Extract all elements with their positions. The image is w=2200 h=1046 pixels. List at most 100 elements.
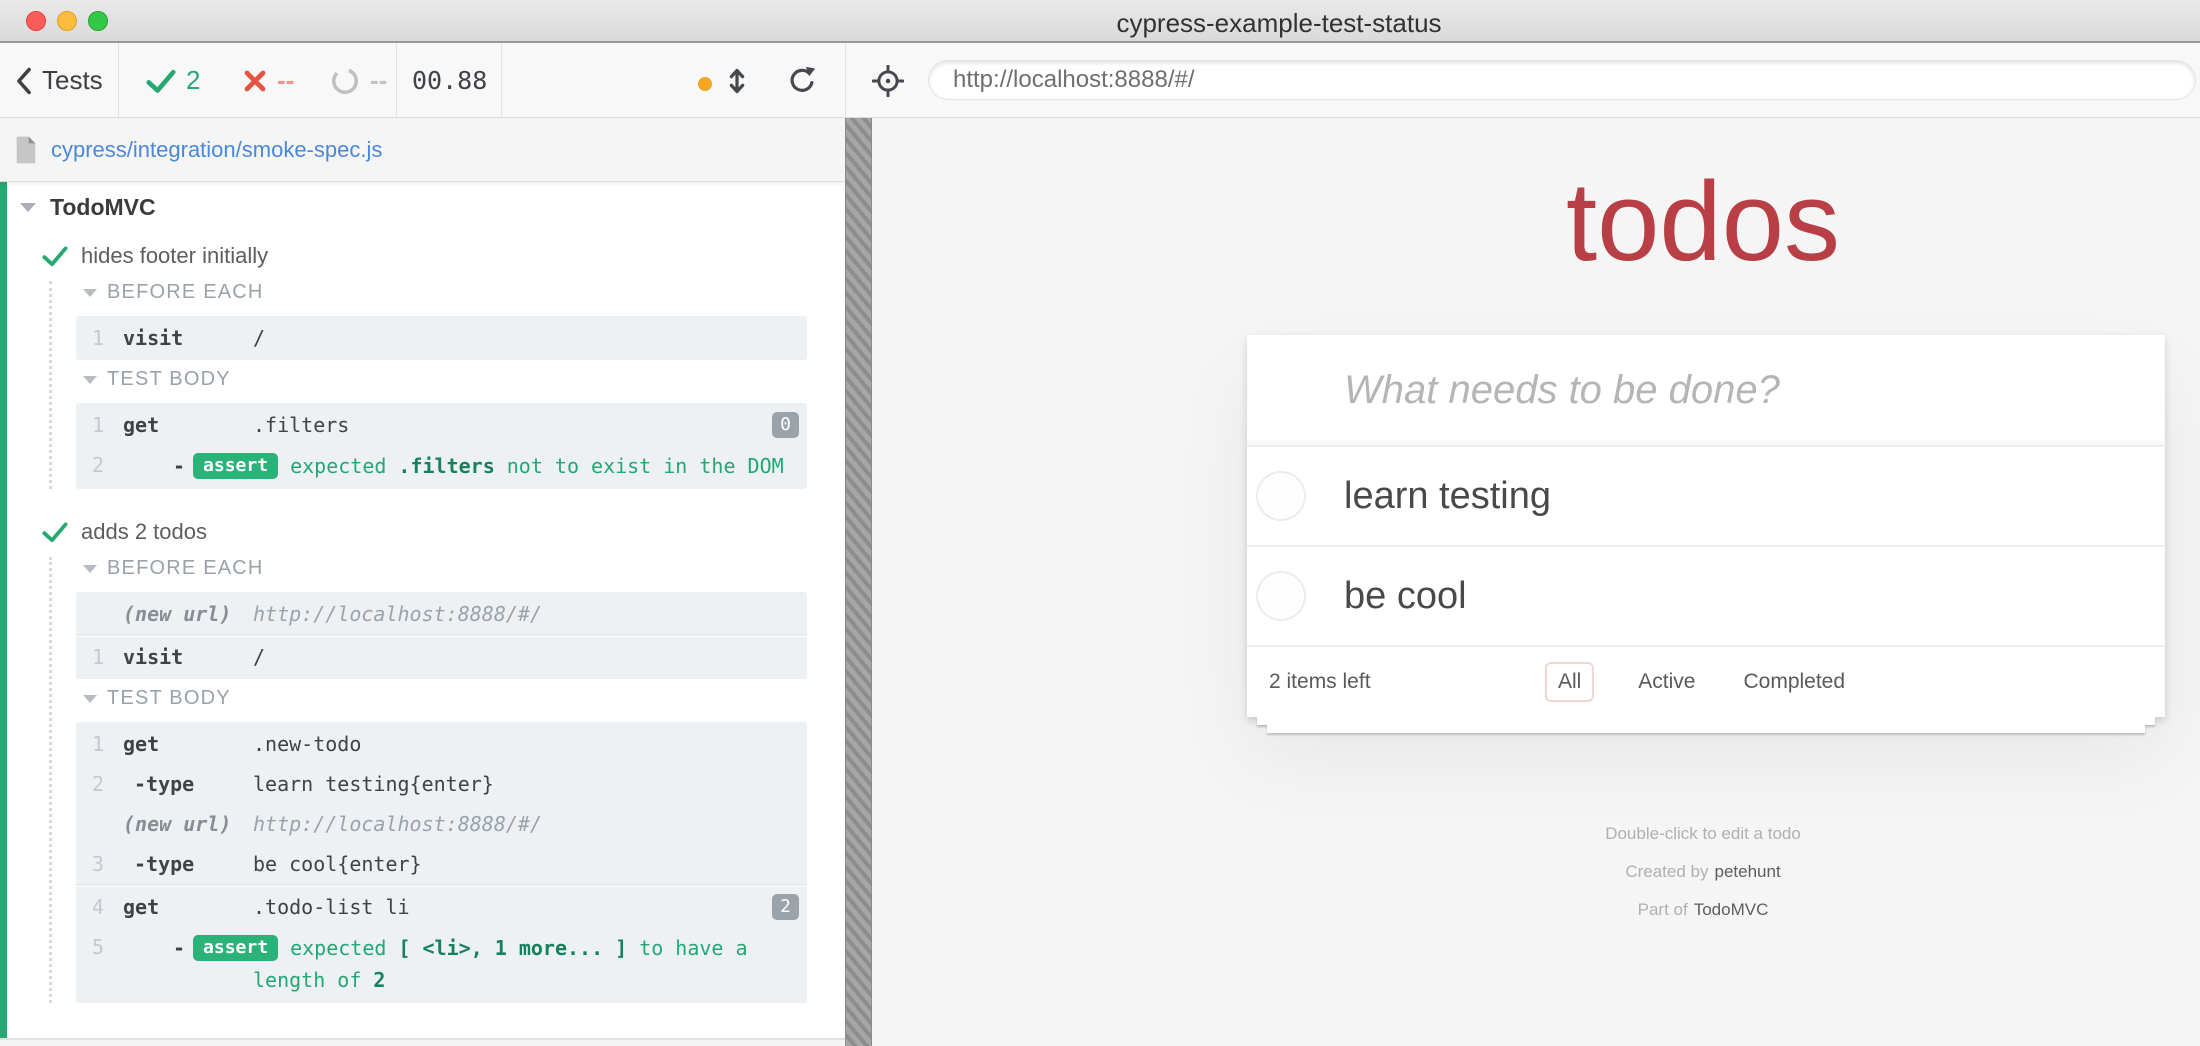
command-number [76,599,104,629]
command-row-type[interactable]: 2 -type learn testing{enter} [76,764,807,804]
toolbar-separator [501,43,502,117]
filter-active[interactable]: Active [1634,662,1699,702]
restart-tests-button[interactable] [786,43,818,118]
collapse-caret-icon [20,203,36,212]
items-left-count: 2 items left [1269,670,1371,694]
titlebar: cypress-example-test-status [0,0,2200,43]
todomvc-link[interactable]: TodoMVC [1694,900,1769,919]
restart-icon [786,65,818,97]
command-row-get[interactable]: 1 get .new-todo [76,724,807,764]
spec-file-icon [14,135,38,165]
command-name: get [123,729,253,759]
command-args: http://localhost:8888/#/ [253,809,807,839]
command-row-get[interactable]: 4 get .todo-list li 2 [76,887,807,927]
command-name: visit [123,642,253,672]
before-each-section-toggle[interactable]: BEFORE EACH [83,557,845,580]
element-count-badge: 0 [772,412,799,438]
app-stage: todos learn testing be cool 2 items left… [872,118,2200,1046]
panel-resize-divider[interactable] [845,118,872,1046]
command-row-new-url[interactable]: (new url) http://localhost:8888/#/ [76,594,807,634]
test-row-adds-todos[interactable]: adds 2 todos [42,519,845,545]
suite-title: TodoMVC [50,194,156,221]
app-url-input[interactable] [928,60,2196,100]
command-name: -type [123,769,253,799]
command-args: / [253,642,807,672]
app-info-footer: Double-click to edit a todo Created bype… [1605,825,1801,939]
reporter-bottom-strip [0,1038,845,1046]
cypress-runner-window: cypress-example-test-status Tests 2 -- [0,0,2200,1046]
test-body-section-toggle[interactable]: TEST BODY [83,687,845,710]
pending-circle-icon [330,66,360,96]
test-row-hides-footer[interactable]: hides footer initially [42,243,845,269]
toolbar-separator [845,43,846,117]
assert-badge: assert [193,453,278,479]
command-row-assert[interactable]: 5 -assertexpected[ <li>, 1 more... ]to h… [76,927,807,1001]
command-args: / [253,323,807,353]
failed-x-icon [243,69,267,93]
close-window-button[interactable] [26,11,46,31]
before-each-section-toggle[interactable]: BEFORE EACH [83,281,845,304]
command-number: 2 [76,769,104,799]
filter-all[interactable]: All [1545,662,1594,702]
command-row-get[interactable]: 1 get .filters 0 [76,405,807,445]
spec-path-link[interactable]: cypress/integration/smoke-spec.js [51,137,382,163]
command-name: (new url) [123,809,253,839]
command-args: .new-todo [253,729,807,759]
info-created-by: Created bypetehunt [1605,863,1801,880]
todo-toggle-circle[interactable] [1256,471,1306,521]
minimize-window-button[interactable] [57,11,77,31]
command-row-assert[interactable]: 2 -assertexpected.filtersnot to exist in… [76,445,807,487]
passed-count: 2 [186,65,200,96]
passed-stat: 2 [146,43,200,118]
command-number: 1 [76,642,104,672]
assert-badge: assert [193,935,278,961]
traffic-lights [26,11,108,31]
command-row-visit[interactable]: 1 visit / [76,318,807,358]
element-count-badge: 2 [772,894,799,920]
command-number: 3 [76,849,104,879]
toolbar-separator [118,43,119,117]
command-row-type[interactable]: 3 -type be cool{enter} [76,844,807,884]
test-body-section-toggle[interactable]: TEST BODY [83,368,845,391]
pending-count: -- [370,65,387,96]
command-args: http://localhost:8888/#/ [253,599,807,629]
run-duration: 00.88 [412,43,487,118]
collapse-caret-icon [83,695,97,703]
passed-check-icon [146,68,176,94]
command-name: get [123,410,253,440]
command-number: 5 [76,932,104,996]
todo-label[interactable]: learn testing [1344,475,1551,518]
todoapp-card: learn testing be cool 2 items left All A… [1247,335,2165,717]
test-passed-check-icon [42,245,68,267]
scroll-arrows-icon [724,66,750,96]
command-number: 1 [76,729,104,759]
command-number: 1 [76,410,104,440]
todo-item: learn testing [1247,447,2165,547]
author-link[interactable]: petehunt [1714,862,1780,881]
auto-scroll-toggle-button[interactable] [724,43,750,118]
filters: All Active Completed [1545,662,1849,702]
command-number: 2 [76,450,104,482]
failed-stat: -- [243,43,294,118]
command-name: -type [123,849,253,879]
command-log: TodoMVC hides footer initially BEFORE EA… [0,182,845,1038]
command-number: 1 [76,323,104,353]
selector-playground-button[interactable] [872,43,904,118]
back-label: Tests [42,65,103,96]
command-name: visit [123,323,253,353]
todo-toggle-circle[interactable] [1256,571,1306,621]
pending-stat: -- [330,43,387,118]
filter-completed[interactable]: Completed [1739,662,1849,702]
new-todo-input[interactable] [1247,335,2165,447]
collapse-caret-icon [83,376,97,384]
card-stack-sheet [1257,717,2155,725]
command-row-new-url[interactable]: (new url) http://localhost:8888/#/ [76,804,807,844]
suite-row-todomvc[interactable]: TodoMVC [20,194,845,221]
todo-label[interactable]: be cool [1344,575,1467,618]
command-row-visit[interactable]: 1 visit / [76,637,807,677]
maximize-window-button[interactable] [88,11,108,31]
back-to-tests-button[interactable]: Tests [14,43,103,118]
command-number [76,809,104,839]
toolbar: Tests 2 -- -- 00.88 [0,43,2200,118]
command-args: .todo-list li [253,892,807,922]
